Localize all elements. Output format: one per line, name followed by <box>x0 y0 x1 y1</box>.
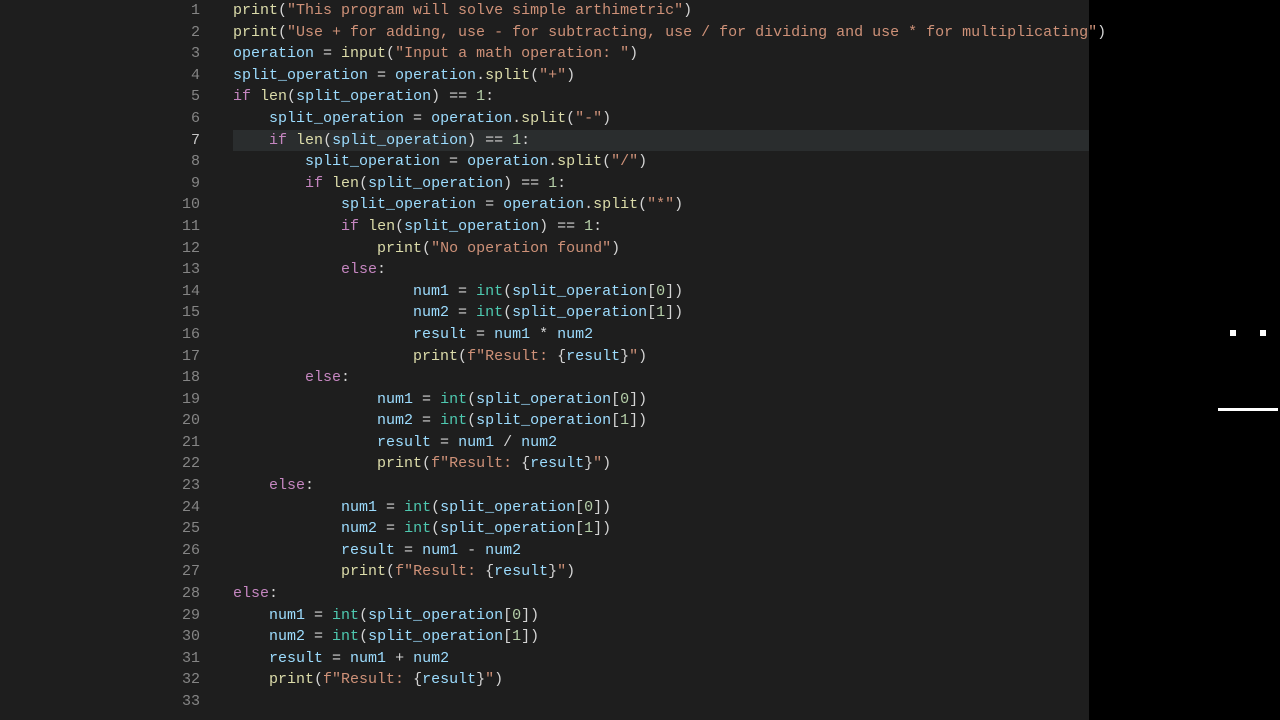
line-number: 19 <box>173 389 208 411</box>
face-eye-right <box>1260 330 1266 336</box>
code-line[interactable]: print(f"Result: {result}") <box>233 669 1089 691</box>
line-number: 27 <box>173 561 208 583</box>
line-number: 32 <box>173 669 208 691</box>
code-line[interactable]: num2 = int(split_operation[1]) <box>233 626 1089 648</box>
code-line[interactable]: split_operation = operation.split("+") <box>233 65 1089 87</box>
face-eye-left <box>1230 330 1236 336</box>
code-line[interactable]: else: <box>233 583 1089 605</box>
code-line[interactable]: if len(split_operation) == 1: <box>233 216 1089 238</box>
code-line[interactable]: if len(split_operation) == 1: <box>233 130 1089 152</box>
code-line[interactable]: num1 = int(split_operation[0]) <box>233 605 1089 627</box>
code-line[interactable]: else: <box>233 367 1089 389</box>
code-line[interactable]: print("No operation found") <box>233 238 1089 260</box>
code-line[interactable]: print(f"Result: {result}") <box>233 453 1089 475</box>
code-editor[interactable]: 1234567891011121314151617181920212223242… <box>0 0 1089 720</box>
code-line[interactable]: split_operation = operation.split("*") <box>233 194 1089 216</box>
code-line[interactable]: else: <box>233 259 1089 281</box>
code-line[interactable]: result = num1 + num2 <box>233 648 1089 670</box>
line-number-gutter: 1234567891011121314151617181920212223242… <box>173 0 208 713</box>
code-line[interactable]: split_operation = operation.split("/") <box>233 151 1089 173</box>
line-number: 24 <box>173 497 208 519</box>
line-number: 23 <box>173 475 208 497</box>
line-number: 26 <box>173 540 208 562</box>
line-number: 13 <box>173 259 208 281</box>
line-number: 22 <box>173 453 208 475</box>
code-line[interactable]: num1 = int(split_operation[0]) <box>233 281 1089 303</box>
code-line[interactable]: result = num1 * num2 <box>233 324 1089 346</box>
code-line[interactable]: else: <box>233 475 1089 497</box>
code-line[interactable]: if len(split_operation) == 1: <box>233 173 1089 195</box>
line-number: 29 <box>173 605 208 627</box>
line-number: 6 <box>173 108 208 130</box>
line-number: 12 <box>173 238 208 260</box>
line-number: 18 <box>173 367 208 389</box>
code-line[interactable]: print("Use + for adding, use - for subtr… <box>233 22 1089 44</box>
line-number: 4 <box>173 65 208 87</box>
code-line[interactable]: print(f"Result: {result}") <box>233 346 1089 368</box>
line-number: 11 <box>173 216 208 238</box>
code-line[interactable]: result = num1 / num2 <box>233 432 1089 454</box>
code-content[interactable]: print("This program will solve simple ar… <box>233 0 1089 713</box>
line-number: 21 <box>173 432 208 454</box>
line-number: 33 <box>173 691 208 713</box>
line-number: 20 <box>173 410 208 432</box>
line-number: 25 <box>173 518 208 540</box>
code-line[interactable]: num1 = int(split_operation[0]) <box>233 497 1089 519</box>
line-number: 14 <box>173 281 208 303</box>
line-number: 30 <box>173 626 208 648</box>
line-number: 1 <box>173 0 208 22</box>
line-number: 17 <box>173 346 208 368</box>
code-line[interactable]: if len(split_operation) == 1: <box>233 86 1089 108</box>
line-number: 16 <box>173 324 208 346</box>
line-number: 7 <box>173 130 208 152</box>
code-line[interactable]: split_operation = operation.split("-") <box>233 108 1089 130</box>
code-line[interactable] <box>233 691 1089 713</box>
code-line[interactable]: num1 = int(split_operation[0]) <box>233 389 1089 411</box>
code-line[interactable]: num2 = int(split_operation[1]) <box>233 302 1089 324</box>
code-line[interactable]: num2 = int(split_operation[1]) <box>233 518 1089 540</box>
code-line[interactable]: result = num1 - num2 <box>233 540 1089 562</box>
face-mouth <box>1218 408 1278 411</box>
code-line[interactable]: operation = input("Input a math operatio… <box>233 43 1089 65</box>
code-line[interactable]: print("This program will solve simple ar… <box>233 0 1089 22</box>
line-number: 10 <box>173 194 208 216</box>
line-number: 2 <box>173 22 208 44</box>
line-number: 15 <box>173 302 208 324</box>
code-line[interactable]: num2 = int(split_operation[1]) <box>233 410 1089 432</box>
line-number: 31 <box>173 648 208 670</box>
code-line[interactable]: print(f"Result: {result}") <box>233 561 1089 583</box>
line-number: 28 <box>173 583 208 605</box>
line-number: 9 <box>173 173 208 195</box>
line-number: 3 <box>173 43 208 65</box>
line-number: 5 <box>173 86 208 108</box>
line-number: 8 <box>173 151 208 173</box>
